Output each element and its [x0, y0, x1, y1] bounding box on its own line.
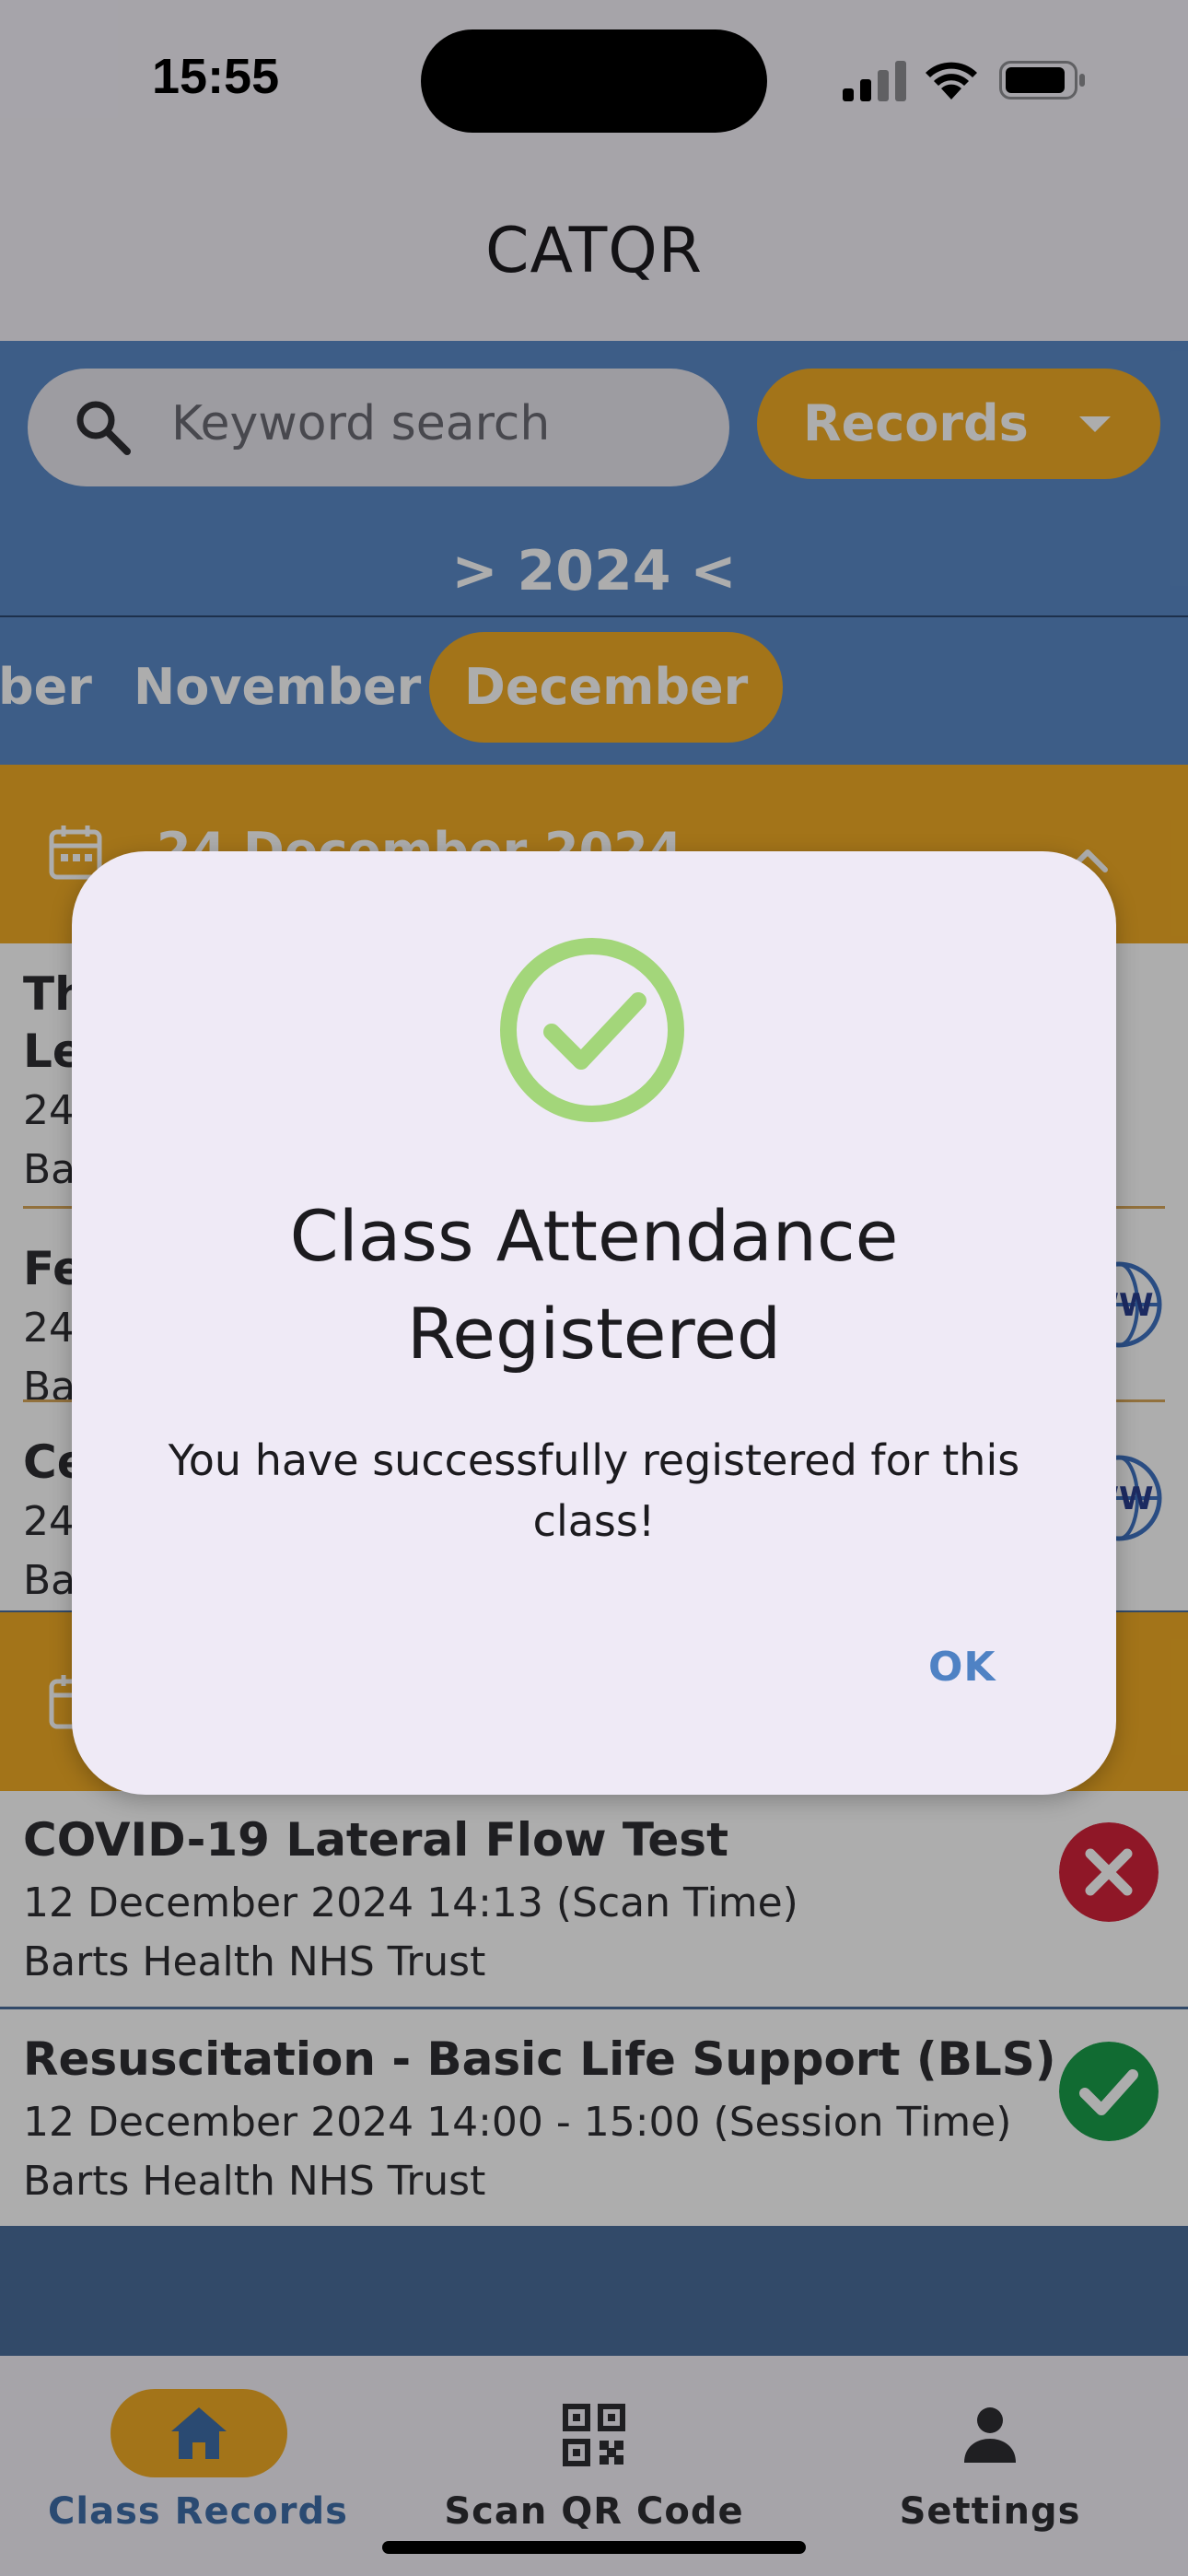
dialog-message: You have successfully registered for thi…	[127, 1430, 1061, 1551]
home-indicator[interactable]	[382, 2541, 806, 2554]
attendance-dialog: Class Attendance Registered You have suc…	[72, 851, 1116, 1795]
dialog-message-line: You have successfully registered for thi…	[168, 1435, 1020, 1485]
dialog-title-line: Class Attendance	[289, 1195, 899, 1277]
dialog-title: Class Attendance Registered	[109, 1188, 1079, 1383]
dialog-message-line: class!	[532, 1496, 656, 1546]
ok-button[interactable]: OK	[928, 1644, 996, 1691]
dynamic-island	[421, 29, 767, 133]
check-circle-icon	[500, 938, 684, 1122]
dialog-title-line: Registered	[406, 1293, 782, 1375]
